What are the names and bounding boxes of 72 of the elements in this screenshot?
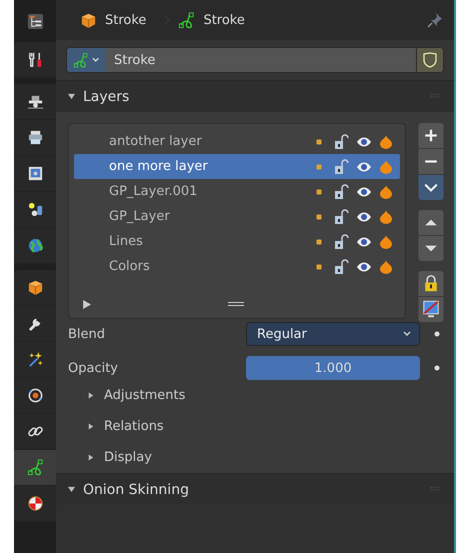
move-up-icon[interactable]	[418, 210, 444, 235]
expand-arrow-icon[interactable]	[82, 300, 91, 308]
cube-icon	[80, 12, 97, 28]
cube-icon	[26, 279, 44, 296]
layer-row[interactable]: antother layer	[74, 129, 400, 154]
layer-name: GP_Layer.001	[109, 184, 198, 199]
chevron-down-icon	[403, 331, 411, 337]
layer-row[interactable]: GP_Layer	[74, 204, 400, 229]
expand-arrow-icon[interactable]	[88, 423, 94, 430]
monitor-icon[interactable]	[418, 297, 444, 322]
scene-icon	[26, 201, 44, 218]
subpanel-header[interactable]: Display	[68, 442, 152, 473]
padlock-icon[interactable]	[334, 184, 350, 200]
padlock-icon[interactable]	[334, 158, 350, 174]
move-down-icon[interactable]	[418, 236, 444, 261]
minus-icon[interactable]	[418, 149, 444, 174]
padlock-icon[interactable]	[334, 258, 350, 274]
chevron-down-icon[interactable]	[418, 175, 444, 200]
properties-tab[interactable]	[14, 450, 56, 486]
globe-icon	[26, 237, 44, 254]
plus-icon[interactable]	[418, 123, 444, 148]
blend-dropdown[interactable]: Regular	[246, 322, 420, 346]
layer-row[interactable]: one more layer	[74, 154, 400, 179]
sparkles-icon	[26, 351, 44, 368]
collapse-arrow-icon[interactable]	[68, 486, 75, 493]
padlock-icon[interactable]	[334, 134, 350, 150]
panel-title: Onion Skinning	[83, 482, 189, 498]
expand-arrow-icon[interactable]	[88, 392, 94, 399]
layer-name: one more layer	[109, 159, 208, 174]
tools-icon	[26, 51, 44, 68]
fake-user-button[interactable]	[416, 48, 443, 72]
checkered-sphere-icon	[26, 495, 44, 512]
breadcrumb-label: Stroke	[105, 12, 146, 28]
stroke-curve-icon	[26, 459, 44, 476]
onion-icon[interactable]	[378, 184, 394, 200]
chevron-down-icon	[92, 57, 99, 63]
panel-title: Layers	[83, 88, 130, 104]
collapse-arrow-icon[interactable]	[68, 93, 75, 100]
layer-name: Lines	[109, 234, 143, 249]
data-type-dropdown[interactable]	[67, 48, 105, 72]
expand-arrow-icon[interactable]	[88, 454, 94, 461]
outliner-icon[interactable]	[26, 12, 44, 30]
keyframe-dot-icon[interactable]	[434, 331, 440, 337]
subpanel-header[interactable]: Relations	[68, 411, 164, 442]
orbit-icon	[26, 387, 44, 404]
layer-name: Colors	[109, 259, 150, 274]
opacity-slider[interactable]: 1.000	[246, 356, 420, 380]
property-label: Opacity	[68, 360, 120, 376]
onion-icon[interactable]	[378, 208, 394, 224]
layer-name: antother layer	[109, 134, 202, 149]
layer-row[interactable]: GP_Layer.001	[74, 179, 400, 204]
onion-icon[interactable]	[378, 134, 394, 150]
property-label: Blend	[68, 326, 106, 342]
layer-name: GP_Layer	[109, 209, 170, 224]
shield-icon	[423, 52, 437, 68]
padlock-icon[interactable]	[334, 208, 350, 224]
keyframe-dot-icon[interactable]	[434, 365, 440, 371]
image-stack-icon	[26, 165, 44, 182]
pin-icon[interactable]	[426, 11, 444, 29]
breadcrumb-label: Stroke	[203, 12, 245, 28]
stroke-curve-icon	[178, 12, 196, 28]
resize-handle-icon[interactable]	[226, 302, 244, 306]
padlock-icon[interactable]	[334, 234, 350, 250]
layer-row[interactable]: Colors	[74, 254, 400, 279]
onion-icon[interactable]	[378, 258, 394, 274]
onion-icon[interactable]	[378, 234, 394, 250]
layer-row[interactable]: Lines	[74, 229, 400, 254]
padlock-icon[interactable]	[418, 271, 444, 296]
stroke-curve-icon	[73, 52, 89, 68]
slider-value: 1.000	[314, 360, 352, 376]
printer-icon	[26, 129, 44, 146]
subpanel-header[interactable]: Adjustments	[68, 380, 186, 411]
